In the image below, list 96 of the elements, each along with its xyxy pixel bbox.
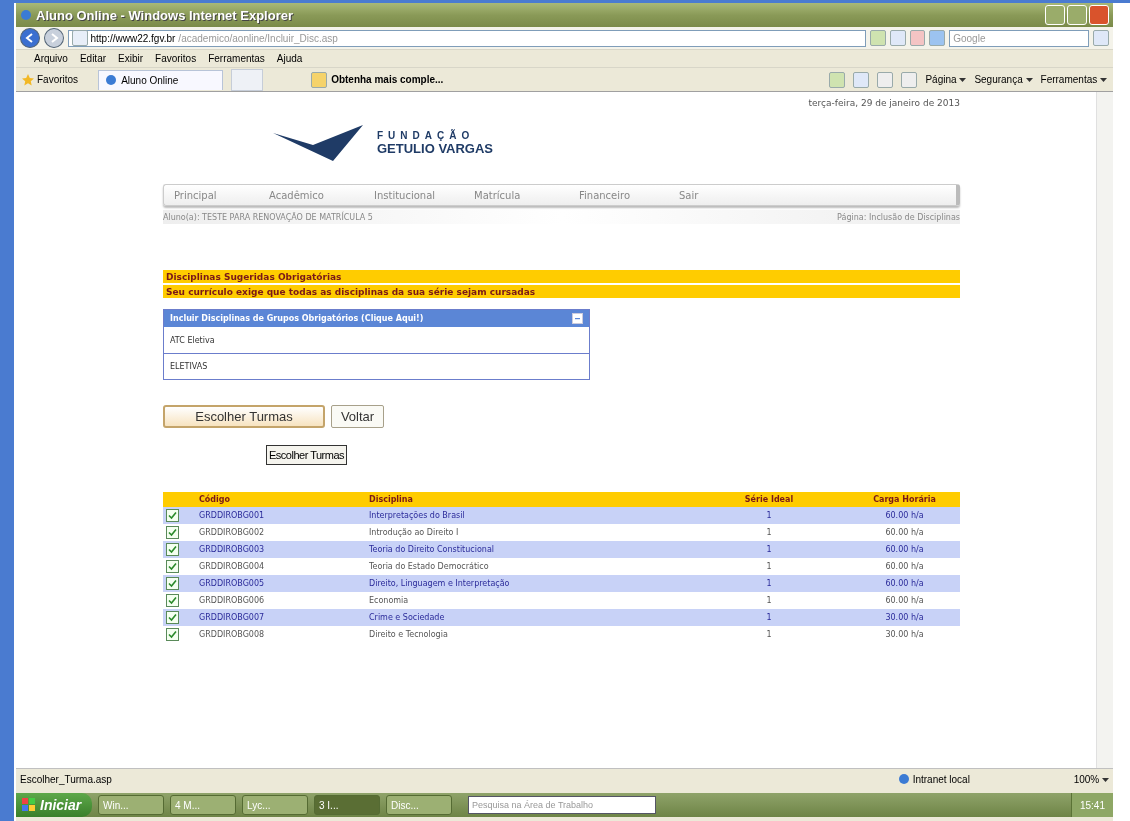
column-header: Carga Horária: [872, 495, 937, 504]
table-cell-text: Crime e Sociedade: [369, 613, 446, 622]
menu-item[interactable]: Arquivo: [34, 53, 68, 64]
command-menu[interactable]: Página: [925, 74, 967, 85]
column-header: Código: [199, 495, 232, 504]
column-header: Disciplina: [369, 495, 414, 504]
table-cell-text: 1: [765, 579, 773, 588]
table-cell-text: 60.00 h/a: [884, 562, 925, 571]
table-cell-text: Teoria do Direito Constitucional: [369, 545, 496, 554]
table-cell-text: 60.00 h/a: [884, 596, 925, 605]
caret-icon: [1102, 777, 1109, 783]
table-cell-text: 1: [765, 596, 773, 605]
panel-header[interactable]: Incluir Disciplinas de Grupos Obrigatórios (Clique Aqui!): [164, 310, 589, 327]
window-title: Aluno Online - Windows Internet Explorer: [36, 7, 293, 23]
desktop-search-field[interactable]: Pesquisa na Área de Trabalho: [468, 796, 656, 814]
taskbar-button[interactable]: 3 I...: [314, 795, 380, 815]
checkbox[interactable]: [166, 628, 179, 641]
command-menu[interactable]: Ferramentas: [1040, 74, 1107, 85]
back-button[interactable]: [20, 28, 40, 48]
table-cell-text: Economia: [369, 596, 410, 605]
zoom-level[interactable]: 100%: [1073, 773, 1109, 785]
nav-link[interactable]: Institucional: [374, 189, 474, 201]
maximize-button[interactable]: [1067, 5, 1087, 25]
table-cell-text: GRDDIROBG001: [199, 511, 266, 520]
back-button[interactable]: Voltar: [331, 405, 384, 428]
menu-item[interactable]: Ferramentas: [208, 53, 265, 64]
table-cell-text: 60.00 h/a: [884, 545, 925, 554]
table-cell-text: 60.00 h/a: [884, 579, 925, 588]
scrollbar[interactable]: [1096, 92, 1113, 768]
menu-item[interactable]: Editar: [79, 53, 107, 64]
checkbox[interactable]: [166, 509, 179, 522]
table-cell-text: GRDDIROBG008: [199, 630, 266, 639]
table-cell-text: 1: [765, 630, 773, 639]
student-name: Aluno(a): TESTE PARA RENOVAÇÃO DE MATRÍCULA 5: [163, 212, 373, 222]
menu-item[interactable]: Favoritos: [155, 53, 197, 64]
new-tab-button[interactable]: [231, 68, 264, 91]
checkbox[interactable]: [166, 526, 179, 539]
table-cell-text: 1: [765, 545, 773, 554]
checkbox[interactable]: [166, 543, 179, 556]
group-item[interactable]: ATC Eletiva: [164, 327, 589, 353]
nav-link[interactable]: Sair: [679, 189, 739, 201]
group-item[interactable]: ELETIVAS: [164, 353, 589, 379]
column-header: Série Ideal: [743, 495, 795, 504]
collapse-icon[interactable]: [572, 313, 583, 324]
checkbox[interactable]: [166, 594, 179, 607]
table-cell-text: GRDDIROBG006: [199, 596, 266, 605]
caret-icon: [959, 78, 967, 83]
notice-banner: Disciplinas Sugeridas Obrigatórias: [163, 270, 960, 283]
table-cell-text: 1: [765, 613, 773, 622]
table-cell-text: GRDDIROBG004: [199, 562, 266, 571]
star-icon: [22, 73, 34, 86]
status-text: Escolher_Turma.asp: [20, 773, 112, 785]
close-button[interactable]: [1089, 5, 1109, 25]
checkbox[interactable]: [166, 611, 179, 624]
logo-icon: [273, 125, 363, 161]
table-cell-text: Introdução ao Direito I: [369, 528, 460, 537]
caret-icon: [1100, 78, 1107, 83]
windows-logo-icon: [22, 798, 36, 812]
zone-text: Intranet local: [912, 773, 970, 785]
table-cell-text: 1: [765, 511, 773, 520]
checkbox[interactable]: [166, 560, 179, 573]
table-cell-text: 1: [765, 528, 773, 537]
table-cell-text: Teoria do Estado Democrático: [369, 562, 490, 571]
web-slice-link[interactable]: Obtenha mais comple...: [311, 71, 444, 88]
table-cell-text: GRDDIROBG002: [199, 528, 266, 537]
address-field[interactable]: http://www22.fgv.br /academico/aonline/Incluir_Disc.asp: [67, 29, 866, 47]
command-menu[interactable]: Segurança: [974, 74, 1033, 85]
forward-button[interactable]: [43, 28, 64, 48]
checkbox[interactable]: [166, 577, 179, 590]
table-cell-text: 1: [765, 562, 773, 571]
table-cell-text: GRDDIROBG007: [199, 613, 266, 622]
favorites-button[interactable]: Favoritos: [22, 73, 79, 86]
table-cell-text: Interpretações do Brasil: [369, 511, 466, 520]
date-text: terça-feira, 29 de janeiro de 2013: [808, 98, 960, 108]
logo-text: FUNDAÇÃO: [377, 130, 476, 141]
table-cell-text: GRDDIROBG003: [199, 545, 266, 554]
table-cell-text: Direito e Tecnologia: [369, 630, 449, 639]
choose-classes-button[interactable]: Escolher Turmas: [266, 445, 348, 465]
choose-classes-button[interactable]: Escolher Turmas: [163, 405, 325, 428]
page-name: Página: Inclusão de Disciplinas: [837, 212, 960, 222]
table-cell-text: GRDDIROBG005: [199, 579, 266, 588]
start-button[interactable]: Iniciar: [16, 793, 92, 817]
table-cell-text: 60.00 h/a: [884, 528, 925, 537]
browser-tab[interactable]: Aluno Online: [98, 69, 224, 90]
minimize-button[interactable]: [1045, 5, 1065, 25]
logo-text: GETULIO VARGAS: [377, 141, 494, 156]
table-cell-text: 30.00 h/a: [884, 630, 925, 639]
caret-icon: [1025, 78, 1033, 83]
table-cell-text: Direito, Linguagem e Interpretação: [369, 579, 511, 588]
table-cell-text: 30.00 h/a: [884, 613, 925, 622]
menu-item[interactable]: Ajuda: [276, 53, 303, 64]
table-cell-text: 60.00 h/a: [884, 511, 925, 520]
notice-banner: Seu currículo exige que todas as disciplinas da sua série sejam cursadas: [163, 285, 960, 298]
menu-item[interactable]: Exibir: [118, 53, 144, 64]
clock: 15:41: [1079, 799, 1105, 811]
search-field[interactable]: Google: [949, 29, 1090, 47]
